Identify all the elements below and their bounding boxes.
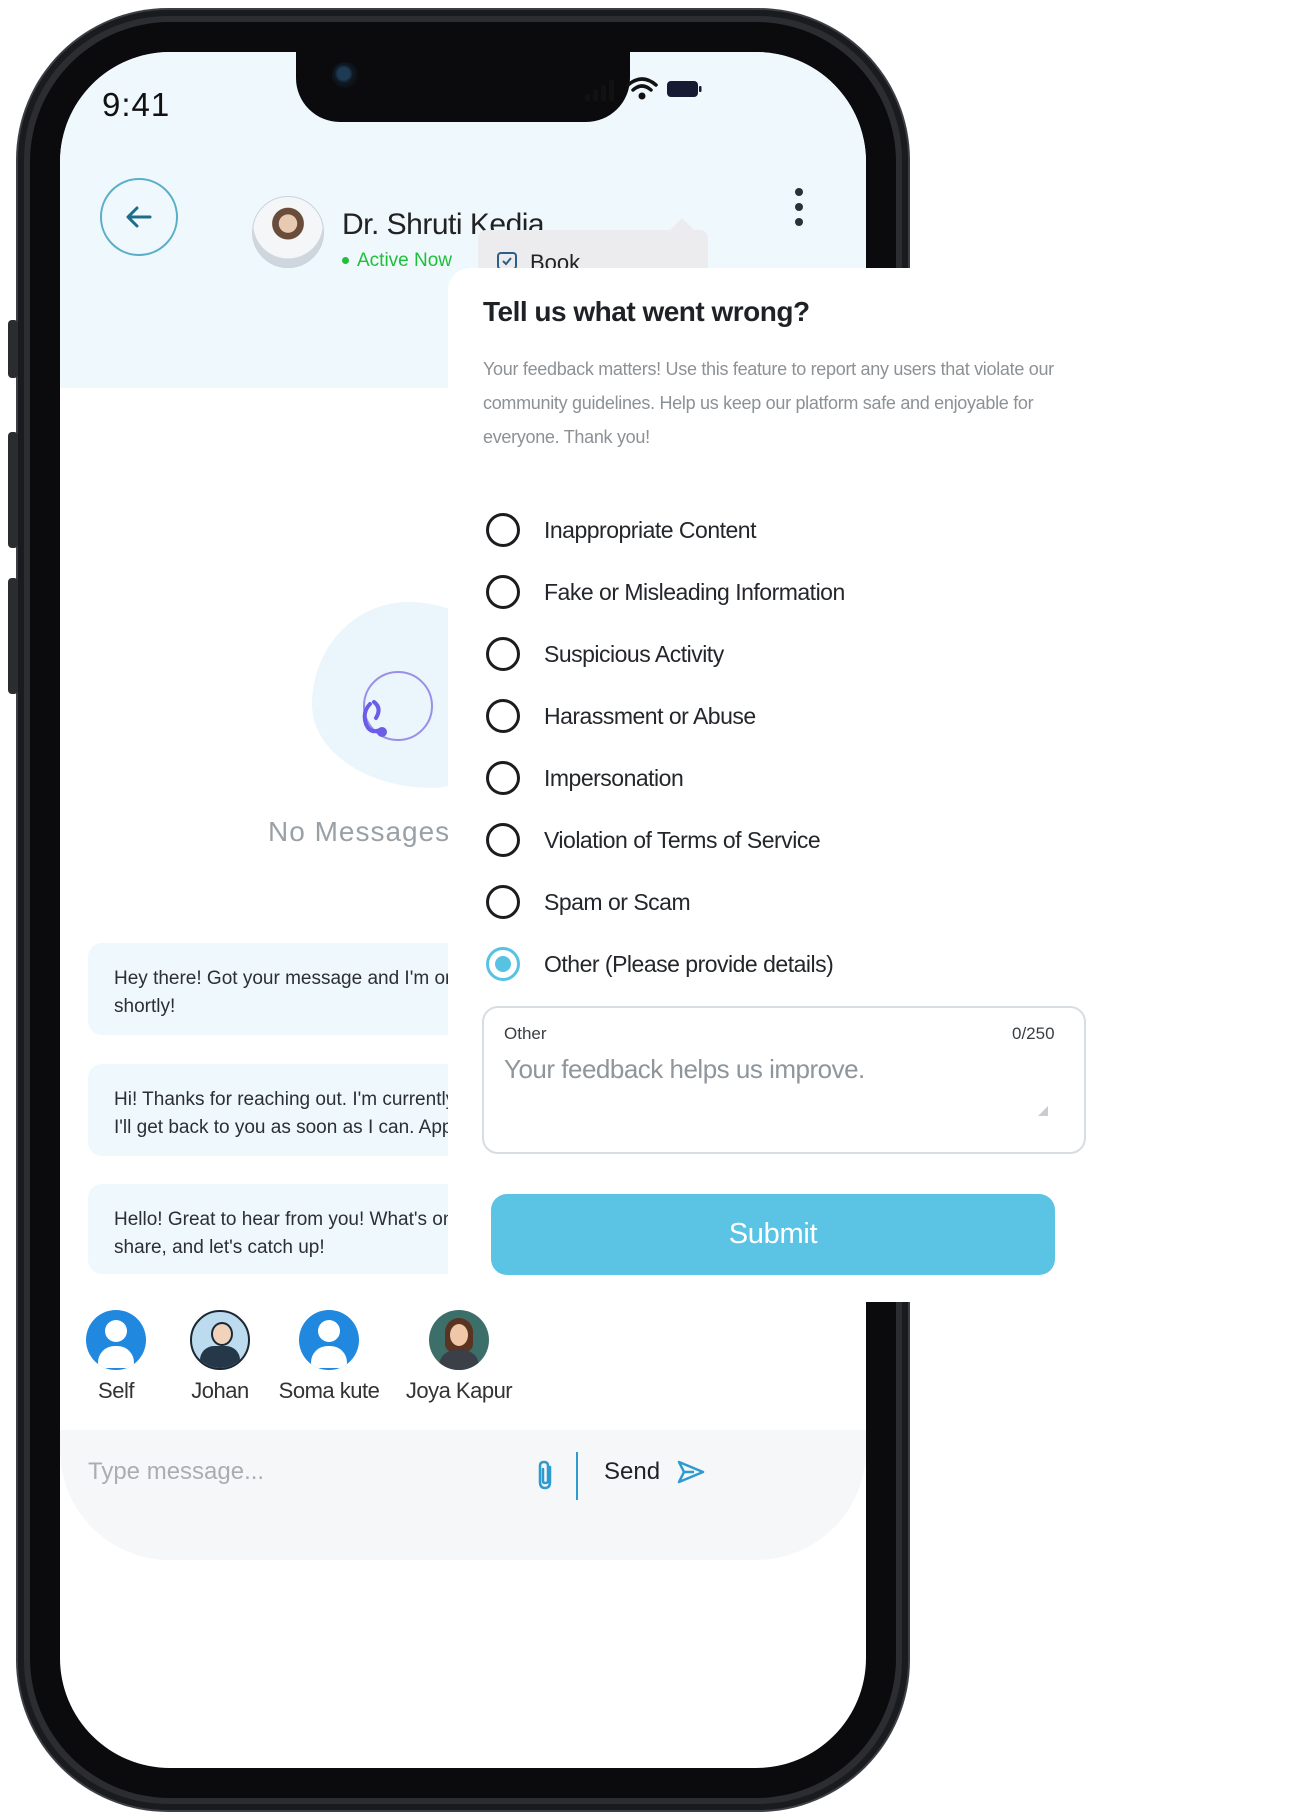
option-label: Impersonation	[544, 764, 684, 791]
composer-bar	[60, 1430, 866, 1560]
report-option[interactable]: Violation of Terms of Service	[486, 820, 821, 860]
send-button[interactable]: Send	[604, 1458, 706, 1486]
panel-description: Your feedback matters! Use this feature …	[483, 359, 1054, 447]
contact-name: Soma kute	[278, 1378, 380, 1403]
battery-icon	[667, 81, 702, 97]
arrow-left-icon	[126, 206, 152, 228]
avatar	[429, 1310, 489, 1370]
avatar	[190, 1310, 250, 1370]
radio-button[interactable]	[486, 823, 520, 857]
contact-name: Self	[98, 1378, 134, 1403]
textarea-placeholder[interactable]: Your feedback helps us improve.	[504, 1054, 865, 1085]
report-option[interactable]: Harassment or Abuse	[486, 696, 756, 736]
option-label: Fake or Misleading Information	[544, 578, 845, 605]
stethoscope-icon	[362, 671, 433, 741]
quick-reply-line: Hi! Thanks for reaching out. I'm current…	[114, 1089, 466, 1110]
textarea-label: Other	[504, 1024, 547, 1043]
cellular-signal-icon	[585, 80, 614, 101]
radio-button[interactable]	[486, 637, 520, 671]
status-time: 9:41	[102, 86, 171, 123]
report-option[interactable]: Spam or Scam	[486, 882, 691, 922]
option-label: Other (Please provide details)	[544, 950, 834, 977]
character-counter: 0/250	[1012, 1024, 1055, 1043]
resize-handle-icon[interactable]	[1038, 1106, 1048, 1116]
avatar	[299, 1310, 359, 1370]
paperclip-icon[interactable]	[532, 1458, 560, 1492]
radio-button[interactable]	[486, 699, 520, 733]
doctor-avatar	[252, 196, 324, 268]
contact-name: Johan	[191, 1378, 249, 1403]
contact-johan[interactable]: Johan	[160, 1310, 280, 1404]
option-label: Violation of Terms of Service	[544, 826, 821, 853]
message-input[interactable]: Type message...	[88, 1458, 508, 1486]
quick-reply-line: I'll get back to you as soon as I can. A…	[114, 1117, 470, 1138]
report-option[interactable]: Fake or Misleading Information	[486, 572, 845, 612]
radio-button[interactable]	[486, 575, 520, 609]
option-label: Harassment or Abuse	[544, 702, 756, 729]
phone-volume-up	[8, 432, 18, 548]
phone-side-button	[8, 320, 18, 378]
back-button[interactable]	[100, 178, 178, 256]
radio-button[interactable]	[486, 761, 520, 795]
radio-button[interactable]	[486, 885, 520, 919]
option-label: Spam or Scam	[544, 888, 691, 915]
radio-button[interactable]	[486, 513, 520, 547]
contact-soma-kute[interactable]: Soma kute	[269, 1310, 389, 1404]
status-badge: Active Now	[342, 250, 452, 272]
send-icon	[677, 1460, 705, 1484]
quick-reply-line: shortly!	[114, 996, 176, 1017]
report-option[interactable]: Suspicious Activity	[486, 634, 724, 674]
report-option[interactable]: Inappropriate Content	[486, 510, 757, 550]
wifi-icon	[626, 77, 658, 100]
quick-reply[interactable]: Hi! Thanks for reaching out. I'm current…	[88, 1064, 508, 1156]
send-label: Send	[604, 1458, 661, 1485]
more-options-icon[interactable]	[787, 188, 811, 238]
submit-button[interactable]: Submit	[491, 1194, 1055, 1275]
contact-self[interactable]: Self	[56, 1310, 176, 1404]
radio-button-selected[interactable]	[486, 947, 520, 981]
phone-volume-down	[8, 578, 18, 694]
quick-reply[interactable]: Hey there! Got your message and I'm on i…	[88, 943, 508, 1035]
empty-state-text: No Messages	[268, 816, 451, 847]
front-camera	[332, 62, 358, 88]
contact-joya-kapur[interactable]: Joya Kapur	[399, 1310, 519, 1404]
report-option-selected[interactable]: Other (Please provide details)	[486, 944, 834, 984]
quick-reply-line: Hello! Great to hear from you! What's on…	[114, 1209, 469, 1230]
composer-divider	[576, 1452, 578, 1500]
report-option[interactable]: Impersonation	[486, 758, 684, 798]
quick-reply-line: Hey there! Got your message and I'm on i	[114, 968, 466, 989]
quick-reply[interactable]: Hello! Great to hear from you! What's on…	[88, 1184, 508, 1274]
panel-title: Tell us what went wrong?	[483, 296, 810, 327]
avatar	[86, 1310, 146, 1370]
contact-name: Joya Kapur	[405, 1378, 513, 1403]
quick-reply-line: share, and let's catch up!	[114, 1237, 325, 1258]
option-label: Inappropriate Content	[544, 516, 757, 543]
option-label: Suspicious Activity	[544, 640, 724, 667]
